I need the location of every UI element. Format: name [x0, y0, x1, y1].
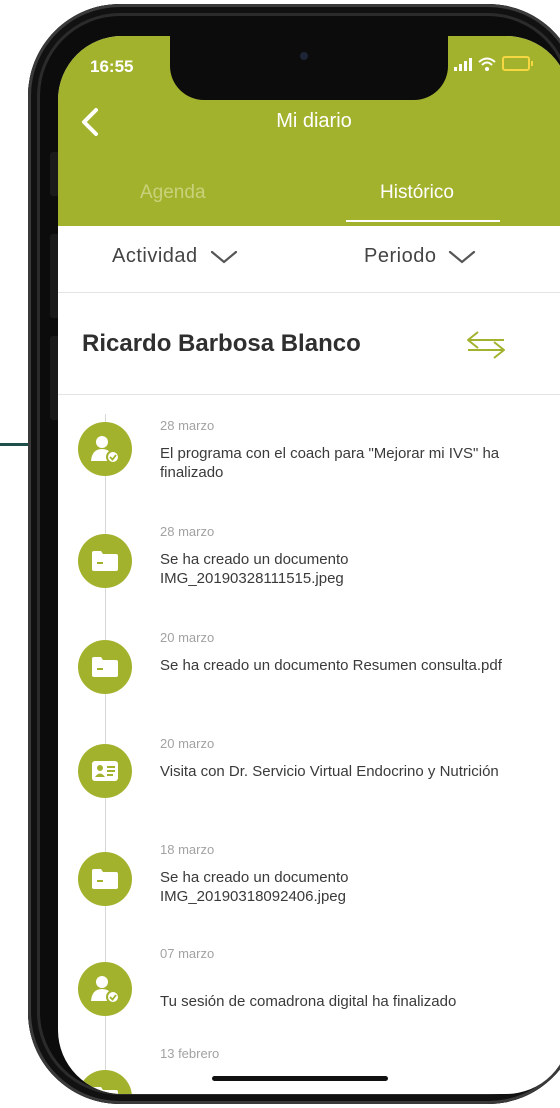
- item-date: 13 febrero: [160, 1046, 220, 1061]
- wifi-icon: [478, 57, 496, 71]
- item-text: Tu sesión de comadrona digital ha finali…: [160, 993, 457, 1010]
- folder-icon: [78, 852, 132, 906]
- item-date: 28 marzo: [160, 524, 215, 539]
- page-title: Mi diario: [276, 110, 352, 132]
- item-date: 20 marzo: [160, 736, 215, 751]
- folder-icon: [78, 1070, 132, 1094]
- tab-agenda[interactable]: Agenda: [140, 182, 206, 204]
- app-screen: 16:55 Mi diario Agenda Histórico Activid…: [58, 36, 560, 1094]
- phone-notch: [170, 36, 448, 100]
- tab-historico[interactable]: Histórico: [380, 182, 454, 204]
- item-text: El programa con el coach para "Mejorar m…: [160, 445, 500, 481]
- activity-filter-label: Actividad: [112, 245, 198, 267]
- signal-icon: [454, 57, 472, 71]
- chevron-down-icon: [210, 250, 237, 263]
- coach-person-icon: [78, 962, 132, 1016]
- home-indicator[interactable]: [212, 1076, 388, 1081]
- status-time: 16:55: [90, 57, 134, 76]
- item-text: Se ha creado un documento IMG_2019031809…: [160, 869, 349, 905]
- filter-bar: Actividad Periodo: [58, 226, 560, 293]
- swap-arrows-icon[interactable]: [464, 328, 508, 362]
- folder-icon: [78, 640, 132, 694]
- folder-icon: [78, 534, 132, 588]
- item-date: 18 marzo: [160, 842, 215, 857]
- period-filter-dropdown[interactable]: Periodo: [364, 245, 476, 268]
- period-filter-label: Periodo: [364, 245, 437, 267]
- chevron-down-icon: [449, 250, 476, 263]
- item-text: Visita con Dr. Servicio Virtual Endocrin…: [160, 763, 499, 780]
- id-card-icon: [78, 744, 132, 798]
- profile-name: Ricardo Barbosa Blanco: [82, 330, 361, 357]
- coach-person-icon: [78, 422, 132, 476]
- profile-row: Ricardo Barbosa Blanco: [58, 292, 560, 395]
- activity-filter-dropdown[interactable]: Actividad: [112, 245, 238, 268]
- battery-icon: [502, 56, 533, 71]
- item-date: 20 marzo: [160, 630, 215, 645]
- status-icons: [454, 56, 533, 71]
- item-text: Se ha creado un documento Resumen consul…: [160, 657, 502, 674]
- item-date: 07 marzo: [160, 946, 215, 961]
- item-date: 28 marzo: [160, 418, 215, 433]
- active-tab-indicator: [346, 220, 500, 222]
- item-text: Se ha creado un documento IMG_2019032811…: [160, 551, 349, 587]
